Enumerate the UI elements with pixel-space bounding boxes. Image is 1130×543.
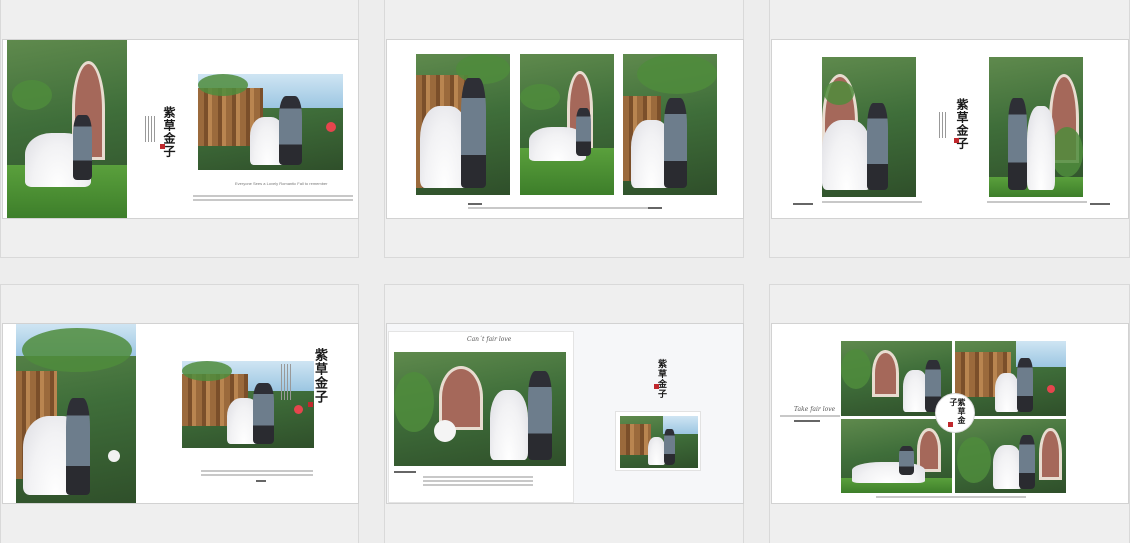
wedding-photo (182, 361, 314, 448)
wedding-photo (620, 416, 698, 468)
album-spread-5[interactable]: Can´t fair love 紫草金子 (386, 323, 744, 504)
wedding-photo (841, 419, 952, 493)
album-spread-1[interactable]: 紫草金子 Everyone Sees a Lovely Romantic Fal… (2, 39, 359, 219)
calligraphy-title: 紫草金子 (312, 348, 327, 404)
calligraphy-title: 紫草金子 (656, 359, 666, 399)
script-caption: Can´t fair love (467, 336, 512, 343)
album-spread-3[interactable]: 紫草金子 (771, 39, 1129, 219)
wedding-photo (989, 57, 1083, 197)
wedding-photo (7, 40, 127, 218)
wedding-photo (394, 352, 566, 466)
wedding-photo (16, 324, 136, 503)
script-caption: Take fair love (794, 406, 836, 413)
wedding-photo (198, 74, 343, 170)
caption-text: Everyone Sees a Lovely Romantic Fall to … (235, 181, 328, 186)
calligraphy-title: 紫草金子 (162, 106, 176, 158)
wedding-photo (623, 54, 717, 195)
album-spread-4[interactable]: 紫草金子 (2, 323, 359, 504)
wedding-photo (955, 419, 1066, 493)
album-spread-2[interactable] (386, 39, 744, 219)
wedding-photo (841, 341, 952, 416)
wedding-photo (416, 54, 510, 195)
calligraphy-title: 紫草金子 (955, 98, 969, 150)
album-spread-6[interactable]: Take fair love 紫草金子 (771, 323, 1129, 504)
wedding-photo (822, 57, 916, 197)
wedding-photo (520, 54, 614, 195)
